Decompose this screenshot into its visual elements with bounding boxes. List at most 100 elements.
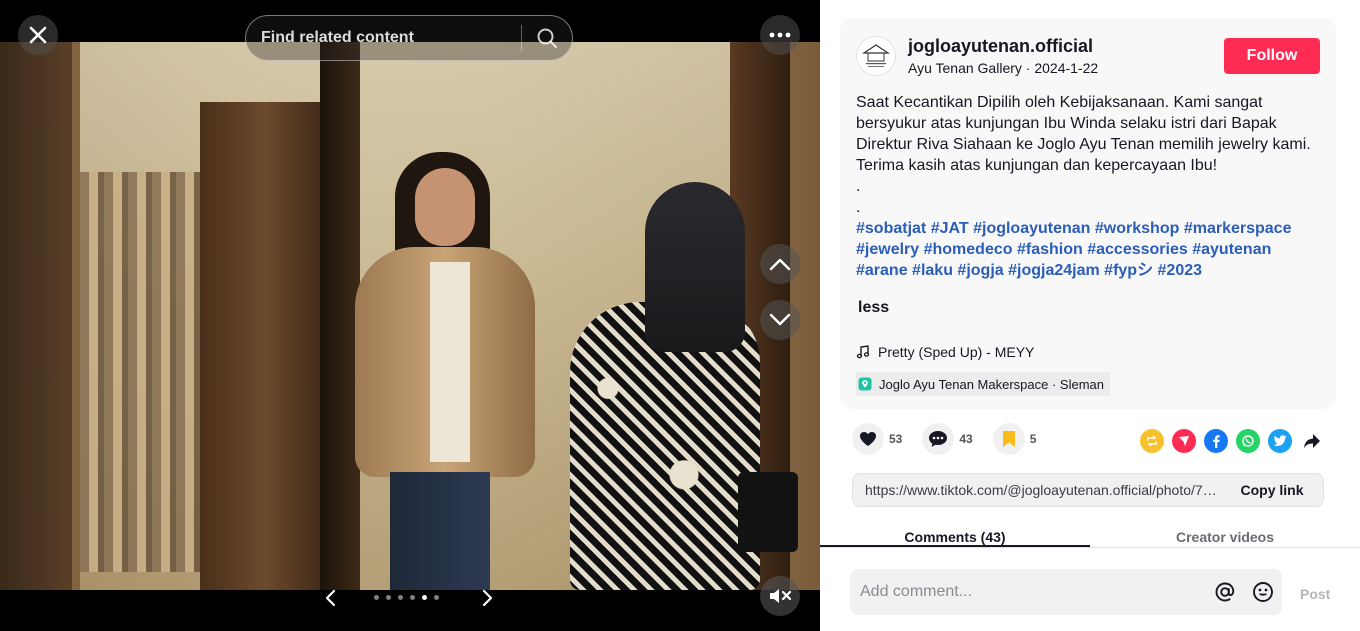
hashtag-link[interactable]: #JAT (931, 220, 969, 237)
pagination-dot[interactable] (398, 595, 403, 600)
show-less-button[interactable]: less (858, 299, 889, 317)
next-photo-button[interactable] (473, 583, 503, 613)
hashtag-link[interactable]: #homedeco (924, 241, 1013, 258)
pagination-dot[interactable] (386, 595, 391, 600)
pagination-dot[interactable] (422, 595, 427, 600)
comment-composer (850, 569, 1282, 615)
more-options-button[interactable] (760, 15, 800, 55)
emoji-button[interactable] (1244, 569, 1282, 615)
post-description-card: jogloayutenan.official Ayu Tenan Gallery… (840, 18, 1336, 409)
person-left (355, 152, 545, 590)
send-to-friends-button[interactable] (1172, 429, 1196, 453)
post-photo[interactable] (0, 42, 820, 590)
ellipsis-icon (769, 32, 791, 38)
engagement-actions: 53 43 5 (852, 423, 1056, 455)
comment-count: 43 (959, 432, 973, 446)
copy-link-button[interactable]: Copy link (1221, 482, 1323, 498)
favorite-count: 5 (1029, 432, 1037, 446)
share-facebook-button[interactable] (1204, 429, 1228, 453)
description-text: . (856, 199, 861, 216)
hashtag-link[interactable]: #jogja24jam (1008, 262, 1100, 279)
hashtag-link[interactable]: #2023 (1158, 262, 1203, 279)
emoji-smile-icon (1253, 582, 1273, 602)
chevron-right-icon (482, 589, 493, 607)
pagination-dot[interactable] (374, 595, 379, 600)
hashtag-link[interactable]: #fypシ (1104, 262, 1153, 279)
post-comment-button[interactable]: Post (1300, 586, 1330, 602)
mute-button[interactable] (760, 576, 800, 616)
tab-comments[interactable]: Comments (43) (820, 520, 1090, 547)
hashtag-link[interactable]: #jogja (957, 262, 1003, 279)
hashtag-link[interactable]: #laku (912, 262, 953, 279)
share-icons (1140, 429, 1324, 453)
post-date: 2024-1-22 (1034, 60, 1099, 76)
post-description: Saat Kecantikan Dipilih oleh Kebijaksana… (856, 92, 1324, 218)
share-arrow-icon (1304, 434, 1320, 448)
search-button[interactable] (522, 16, 572, 60)
description-text: . (856, 178, 861, 195)
hashtag-link[interactable]: #markerspace (1184, 220, 1292, 237)
repost-button[interactable] (1140, 429, 1164, 453)
send-icon (1179, 436, 1189, 446)
hashtag-list: #sobatjat #JAT #jogloayutenan #workshop … (856, 218, 1324, 281)
close-icon (29, 26, 47, 44)
whatsapp-icon (1242, 435, 1254, 447)
search-icon (537, 28, 558, 48)
chevron-up-icon (769, 258, 791, 271)
share-link-text[interactable]: https://www.tiktok.com/@jogloayutenan.of… (853, 482, 1221, 498)
music-link[interactable]: Pretty (Sped Up) - MEYY (856, 344, 1034, 360)
heart-icon (860, 432, 876, 446)
location-tag[interactable]: Joglo Ayu Tenan Makerspace · Sleman (856, 372, 1110, 396)
related-search-input[interactable] (261, 29, 522, 47)
hashtag-link[interactable]: #workshop (1095, 220, 1179, 237)
post-info-panel: jogloayutenan.official Ayu Tenan Gallery… (820, 0, 1360, 631)
previous-post-button[interactable] (760, 244, 800, 284)
hashtag-link[interactable]: #arane (856, 262, 908, 279)
mention-button[interactable] (1206, 569, 1244, 615)
hashtag-link[interactable]: #jewelry (856, 241, 919, 258)
location-name: Joglo Ayu Tenan Makerspace · Sleman (879, 376, 1104, 392)
panel-tabs: Comments (43) Creator videos (820, 520, 1360, 548)
previous-photo-button[interactable] (315, 583, 345, 613)
hashtag-link[interactable]: #ayutenan (1192, 241, 1271, 258)
author-subline: Ayu Tenan Gallery · 2024-1-22 (908, 60, 1099, 76)
at-mention-icon (1215, 582, 1235, 602)
share-whatsapp-button[interactable] (1236, 429, 1260, 453)
share-link-row: https://www.tiktok.com/@jogloayutenan.of… (852, 473, 1324, 507)
photo-pagination-dots (374, 595, 439, 600)
twitter-icon (1273, 435, 1287, 446)
brand-logo-icon (862, 44, 890, 67)
repost-icon (1147, 435, 1157, 447)
like-button[interactable]: 53 (852, 423, 902, 455)
related-search-box (245, 15, 573, 61)
pagination-dot[interactable] (434, 595, 439, 600)
avatar[interactable] (856, 36, 896, 76)
music-title: Pretty (Sped Up) - MEYY (878, 344, 1035, 360)
next-post-button[interactable] (760, 300, 800, 340)
hashtag-link[interactable]: #jogloayutenan (973, 220, 1090, 237)
favorite-button[interactable]: 5 (992, 423, 1037, 455)
comment-input[interactable] (850, 583, 1206, 601)
bookmark-icon (1002, 431, 1015, 447)
more-share-button[interactable] (1300, 429, 1324, 453)
location-pin-icon (858, 377, 872, 391)
facebook-icon (1213, 435, 1220, 448)
follow-button[interactable]: Follow (1224, 38, 1320, 74)
chevron-left-icon (325, 589, 336, 607)
tab-creator-videos[interactable]: Creator videos (1090, 520, 1360, 547)
hashtag-link[interactable]: #accessories (1087, 241, 1188, 258)
author-display-name[interactable]: Ayu Tenan Gallery (908, 60, 1022, 76)
close-button[interactable] (18, 15, 58, 55)
comment-button[interactable]: 43 (922, 423, 973, 455)
person-right (570, 182, 798, 590)
like-count: 53 (889, 432, 903, 446)
hashtag-link[interactable]: #fashion (1017, 241, 1083, 258)
music-note-icon (856, 345, 870, 359)
description-text: Saat Kecantikan Dipilih oleh Kebijaksana… (856, 94, 1311, 174)
pagination-dot[interactable] (410, 595, 415, 600)
author-username[interactable]: jogloayutenan.official (908, 36, 1093, 57)
volume-muted-icon (770, 589, 792, 603)
share-twitter-button[interactable] (1268, 429, 1292, 453)
hashtag-link[interactable]: #sobatjat (856, 220, 926, 237)
media-viewer (0, 0, 820, 631)
